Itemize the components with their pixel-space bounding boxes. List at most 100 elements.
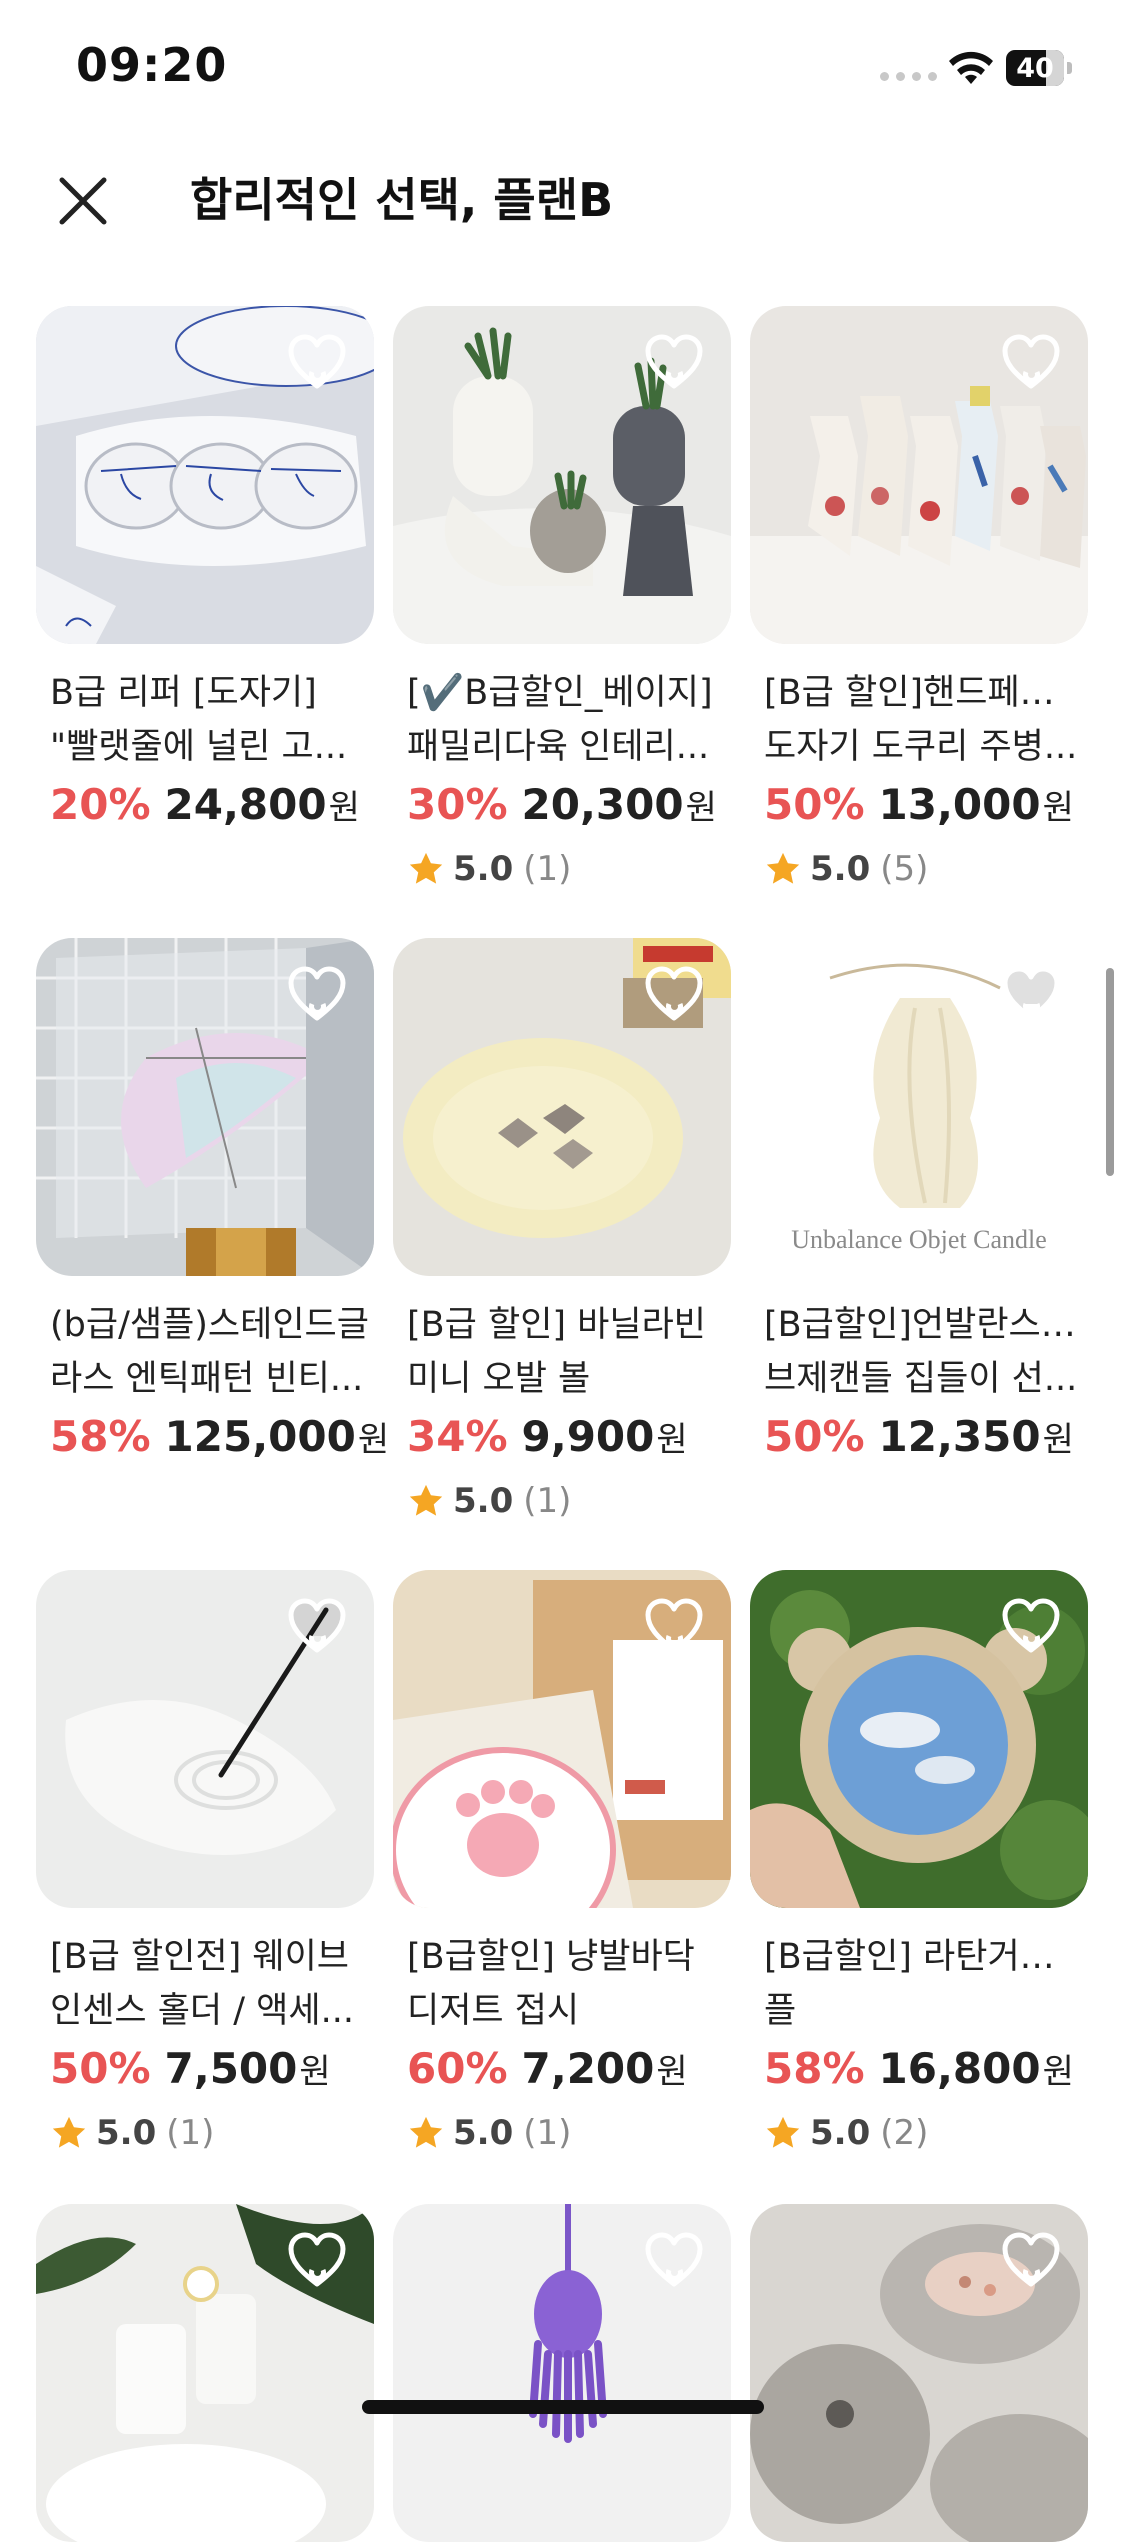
product-card[interactable]: B급 리퍼 [도자기] "빨랫줄에 널린 고... 20% 24,800 원: [36, 306, 376, 829]
rating: 5.0 (2): [764, 2109, 1090, 2157]
heart-outline-icon[interactable]: [1000, 964, 1062, 1024]
battery-level: 40: [1016, 52, 1054, 84]
currency: 원: [357, 1420, 390, 1460]
discount-rate: 50%: [50, 2044, 151, 2093]
heart-outline-icon[interactable]: [643, 964, 705, 1024]
product-card[interactable]: [393, 2204, 733, 2542]
star-icon: [409, 852, 443, 884]
product-name[interactable]: [B급할인] 냥발바닥 디저트 접시: [407, 1930, 733, 2038]
rating: 5.0 (5): [764, 845, 1090, 893]
product-name[interactable]: [B급할인] 라탄거울샘 플: [764, 1930, 1090, 2038]
rating-value: 5.0: [96, 2113, 157, 2153]
product-name[interactable]: [B급 할인전] 웨이브 인센스 홀더 / 액세...: [50, 1930, 376, 2038]
star-icon: [409, 2116, 443, 2148]
product-name[interactable]: (b급/샘플)스테인드글 라스 엔틱패턴 빈티...: [50, 1298, 376, 1406]
heart-outline-icon[interactable]: [286, 964, 348, 1024]
product-image[interactable]: Unbalance Objet Candle: [750, 938, 1088, 1276]
price-row: 20% 24,800 원: [50, 780, 376, 829]
rating-value: 5.0: [453, 2113, 514, 2153]
discount-rate: 50%: [764, 1412, 865, 1461]
product-image[interactable]: [393, 1570, 731, 1908]
price-row: 60% 7,200 원: [407, 2044, 733, 2093]
product-card[interactable]: Unbalance Objet Candle [B급할인]언발란스 오 브제캔들…: [750, 938, 1090, 1461]
price: 16,800: [878, 2044, 1041, 2093]
product-image[interactable]: [393, 2204, 731, 2542]
product-card[interactable]: [✔️B급할인_베이지] 패밀리다육 인테리... 30% 20,300 원 5…: [393, 306, 733, 893]
price: 24,800: [164, 780, 327, 829]
currency: 원: [299, 2052, 331, 2092]
price: 20,300: [521, 780, 684, 829]
currency: 원: [1042, 1420, 1074, 1460]
discount-rate: 50%: [764, 780, 865, 829]
price: 7,500: [164, 2044, 298, 2093]
product-card[interactable]: [B급 할인] 바닐라빈 미니 오발 볼 34% 9,900 원 5.0 (1): [393, 938, 733, 1525]
rating-value: 5.0: [453, 1481, 514, 1521]
product-image[interactable]: [36, 306, 374, 644]
review-count: (1): [166, 2113, 215, 2153]
heart-outline-icon[interactable]: [1000, 2230, 1062, 2290]
product-card[interactable]: [B급 할인전] 웨이브 인센스 홀더 / 액세... 50% 7,500 원 …: [36, 1570, 376, 2157]
price-row: 30% 20,300 원: [407, 780, 733, 829]
currency: 원: [656, 2052, 688, 2092]
product-name[interactable]: [✔️B급할인_베이지] 패밀리다육 인테리...: [407, 666, 733, 774]
product-card[interactable]: [B급 할인]핸드페인팅 도자기 도쿠리 주병... 50% 13,000 원 …: [750, 306, 1090, 893]
price: 7,200: [521, 2044, 655, 2093]
product-image[interactable]: [36, 2204, 374, 2542]
discount-rate: 58%: [764, 2044, 865, 2093]
scrollbar[interactable]: [1106, 968, 1114, 1176]
discount-rate: 34%: [407, 1412, 508, 1461]
discount-rate: 20%: [50, 780, 151, 829]
review-count: (5): [880, 849, 929, 889]
currency: 원: [656, 1420, 688, 1460]
product-name[interactable]: [B급 할인] 바닐라빈 미니 오발 볼: [407, 1298, 733, 1406]
price: 13,000: [878, 780, 1041, 829]
product-card[interactable]: (b급/샘플)스테인드글 라스 엔틱패턴 빈티... 58% 125,000 원: [36, 938, 389, 1461]
heart-outline-icon[interactable]: [643, 332, 705, 392]
price: 12,350: [878, 1412, 1041, 1461]
heart-outline-icon[interactable]: [286, 2230, 348, 2290]
product-card[interactable]: [B급할인] 라탄거울샘 플 58% 16,800 원 5.0 (2): [750, 1570, 1090, 2157]
product-image[interactable]: [36, 938, 374, 1276]
home-indicator[interactable]: [362, 2400, 764, 2414]
product-name[interactable]: [B급 할인]핸드페인팅 도자기 도쿠리 주병...: [764, 666, 1090, 774]
price-row: 58% 125,000 원: [50, 1412, 389, 1461]
star-icon: [409, 1484, 443, 1516]
discount-rate: 60%: [407, 2044, 508, 2093]
image-caption: Unbalance Objet Candle: [791, 1225, 1047, 1254]
product-name[interactable]: [B급할인]언발란스 오 브제캔들 집들이 선...: [764, 1298, 1090, 1406]
heart-outline-icon[interactable]: [643, 1596, 705, 1656]
product-image[interactable]: [750, 1570, 1088, 1908]
product-card[interactable]: [750, 2204, 1090, 2542]
product-image[interactable]: [393, 306, 731, 644]
currency: 원: [1042, 788, 1074, 828]
heart-outline-icon[interactable]: [286, 1596, 348, 1656]
product-image[interactable]: [36, 1570, 374, 1908]
product-name[interactable]: B급 리퍼 [도자기] "빨랫줄에 널린 고...: [50, 666, 376, 774]
rating: 5.0 (1): [50, 2109, 376, 2157]
price: 9,900: [521, 1412, 655, 1461]
discount-rate: 30%: [407, 780, 508, 829]
price-row: 58% 16,800 원: [764, 2044, 1090, 2093]
heart-outline-icon[interactable]: [1000, 332, 1062, 392]
review-count: (1): [523, 1481, 572, 1521]
review-count: (1): [523, 849, 572, 889]
heart-outline-icon[interactable]: [286, 332, 348, 392]
product-card[interactable]: [B급할인] 냥발바닥 디저트 접시 60% 7,200 원 5.0 (1): [393, 1570, 733, 2157]
price-row: 50% 13,000 원: [764, 780, 1090, 829]
product-image[interactable]: [750, 2204, 1088, 2542]
rating-value: 5.0: [453, 849, 514, 889]
star-icon: [766, 2116, 800, 2148]
review-count: (2): [880, 2113, 929, 2153]
heart-outline-icon[interactable]: [1000, 1596, 1062, 1656]
price: 125,000: [164, 1412, 356, 1461]
heart-outline-icon[interactable]: [643, 2230, 705, 2290]
product-image[interactable]: [750, 306, 1088, 644]
price-row: 34% 9,900 원: [407, 1412, 733, 1461]
rating: 5.0 (1): [407, 2109, 733, 2157]
currency: 원: [1042, 2052, 1074, 2092]
rating: 5.0 (1): [407, 1477, 733, 1525]
product-grid: B급 리퍼 [도자기] "빨랫줄에 널린 고... 20% 24,800 원 […: [0, 0, 1125, 2542]
product-card[interactable]: [36, 2204, 376, 2542]
product-image[interactable]: [393, 938, 731, 1276]
star-icon: [766, 852, 800, 884]
